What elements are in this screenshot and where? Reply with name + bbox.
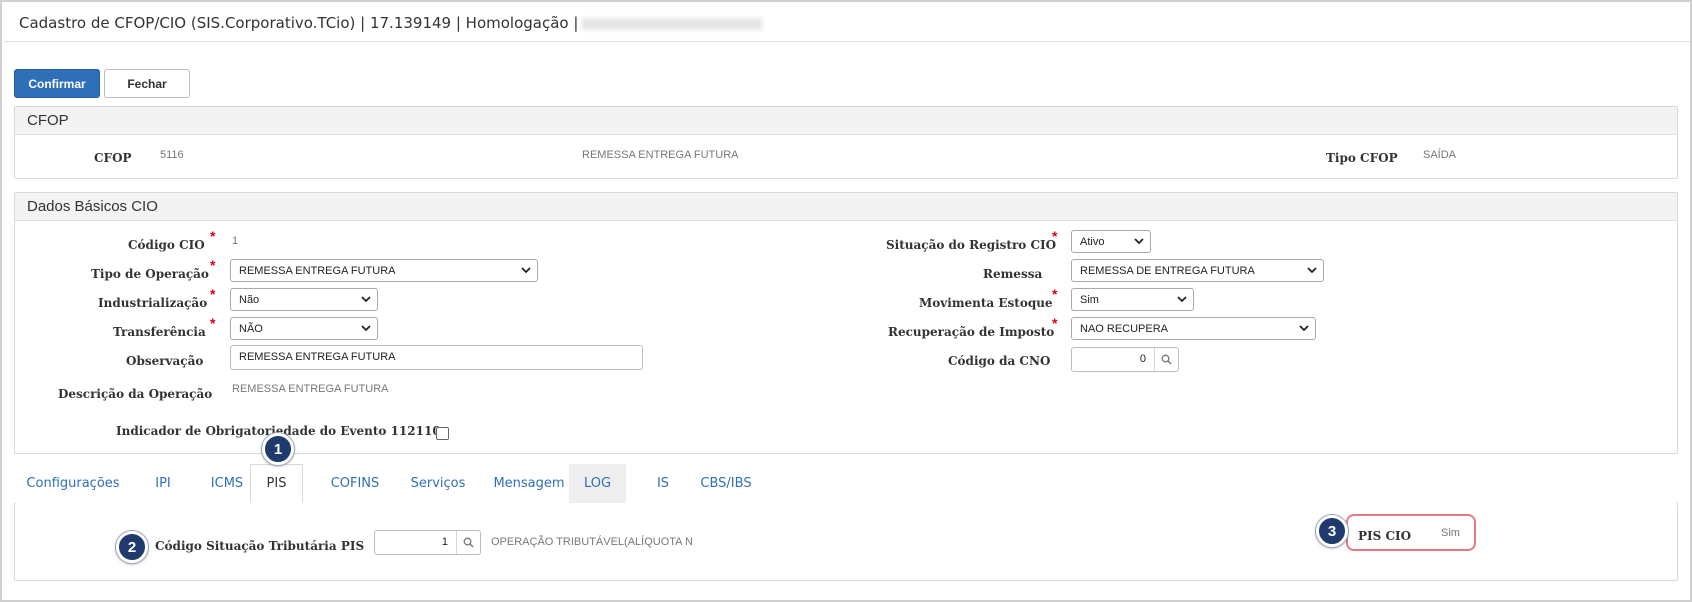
callout-badge-1: 1	[262, 433, 294, 465]
tab-servicos[interactable]: Serviços	[401, 464, 475, 503]
required-mark: *	[1052, 315, 1058, 331]
window-title: Cadastro de CFOP/CIO (SIS.Corporativo.TC…	[19, 14, 763, 32]
confirm-button[interactable]: Confirmar	[14, 69, 100, 98]
situacao-label: Situação do Registro CIO	[886, 238, 1057, 252]
industrializacao-value: Não	[239, 293, 260, 306]
transferencia-label: Transferência	[113, 325, 206, 339]
situacao-select[interactable]: Ativo	[1071, 230, 1151, 253]
tab-is[interactable]: IS	[638, 464, 688, 503]
cfop-panel: CFOP	[14, 106, 1678, 179]
tipo-operacao-value: REMESSA ENTREGA FUTURA	[239, 264, 396, 277]
cst-pis-label: Código Situação Tributária PIS	[155, 539, 365, 553]
tab-cbs-ibs[interactable]: CBS/IBS	[688, 464, 764, 503]
cst-pis-field[interactable]: 1	[374, 530, 481, 555]
cfop-description: REMESSA ENTREGA FUTURA	[582, 149, 739, 161]
codigo-cno-label: Código da CNO	[948, 354, 1051, 368]
callout-badge-2: 2	[116, 531, 148, 563]
cio-panel-title: Dados Básicos CIO	[15, 193, 1677, 221]
pis-cio-label: PIS CIO	[1358, 529, 1412, 543]
movimenta-estoque-label: Movimenta Estoque	[919, 296, 1053, 310]
descricao-operacao-value: REMESSA ENTREGA FUTURA	[232, 383, 389, 395]
search-icon	[463, 537, 474, 548]
tipo-cfop-value: SAÍDA	[1423, 149, 1457, 161]
indicador-checkbox[interactable]	[436, 427, 449, 440]
observacao-input[interactable]: REMESSA ENTREGA FUTURA	[230, 345, 643, 370]
situacao-value: Ativo	[1080, 235, 1105, 248]
required-mark: *	[1052, 286, 1058, 302]
movimenta-estoque-value: Sim	[1080, 293, 1099, 306]
tab-mensagem[interactable]: Mensagem	[480, 464, 578, 503]
tipo-cfop-label: Tipo CFOP	[1326, 151, 1398, 165]
cst-pis-description: OPERAÇÃO TRIBUTÁVEL(ALÍQUOTA N	[491, 536, 693, 548]
cno-search-button[interactable]	[1154, 348, 1178, 371]
search-icon	[1161, 354, 1172, 365]
transferencia-value: NÃO	[239, 322, 263, 335]
cst-pis-input[interactable]: 1	[375, 531, 456, 554]
chevron-down-icon	[361, 296, 371, 303]
remessa-label: Remessa	[983, 267, 1043, 281]
movimenta-estoque-select[interactable]: Sim	[1071, 288, 1194, 311]
tipo-operacao-label: Tipo de Operação	[91, 267, 209, 281]
tipo-operacao-select[interactable]: REMESSA ENTREGA FUTURA	[230, 259, 538, 282]
tab-cofins[interactable]: COFINS	[313, 464, 397, 503]
remessa-value: REMESSA DE ENTREGA FUTURA	[1080, 264, 1255, 277]
recuperacao-imposto-label: Recuperação de Imposto	[888, 325, 1055, 339]
codigo-cno-input[interactable]: 0	[1072, 348, 1154, 371]
chevron-down-icon	[521, 267, 531, 274]
chevron-down-icon	[1177, 296, 1187, 303]
chevron-down-icon	[1299, 325, 1309, 332]
callout-badge-3: 3	[1316, 515, 1348, 547]
tab-pis[interactable]: PIS	[250, 464, 303, 503]
codigo-cno-field[interactable]: 0	[1071, 347, 1179, 372]
cst-search-button[interactable]	[456, 531, 480, 554]
pis-cio-value: Sim	[1441, 527, 1460, 539]
app-frame: Cadastro de CFOP/CIO (SIS.Corporativo.TC…	[0, 0, 1692, 602]
chevron-down-icon	[361, 325, 371, 332]
tab-configuracoes[interactable]: Configurações	[14, 464, 132, 503]
industrializacao-label: Industrialização	[98, 296, 208, 310]
required-mark: *	[210, 257, 216, 273]
required-mark: *	[1052, 228, 1058, 244]
title-bar: Cadastro de CFOP/CIO (SIS.Corporativo.TC…	[4, 4, 1690, 42]
tab-ipi[interactable]: IPI	[138, 464, 188, 503]
codigo-cio-label: Código CIO	[128, 238, 205, 252]
descricao-operacao-label: Descrição da Operação	[58, 387, 213, 401]
chevron-down-icon	[1134, 238, 1144, 245]
industrializacao-select[interactable]: Não	[230, 288, 378, 311]
recuperacao-imposto-select[interactable]: NAO RECUPERA	[1071, 317, 1316, 340]
close-button[interactable]: Fechar	[104, 69, 190, 98]
tab-log[interactable]: LOG	[569, 464, 626, 503]
codigo-cio-value: 1	[232, 235, 239, 247]
remessa-select[interactable]: REMESSA DE ENTREGA FUTURA	[1071, 259, 1324, 282]
cfop-code: 5116	[160, 149, 184, 161]
required-mark: *	[210, 228, 216, 244]
cfop-panel-title: CFOP	[15, 107, 1677, 135]
chevron-down-icon	[1307, 267, 1317, 274]
redacted-text	[582, 17, 763, 30]
observacao-label: Observação	[126, 354, 204, 368]
required-mark: *	[210, 286, 216, 302]
required-mark: *	[210, 315, 216, 331]
recuperacao-imposto-value: NAO RECUPERA	[1080, 322, 1169, 335]
transferencia-select[interactable]: NÃO	[230, 317, 378, 340]
cfop-label: CFOP	[94, 151, 132, 165]
